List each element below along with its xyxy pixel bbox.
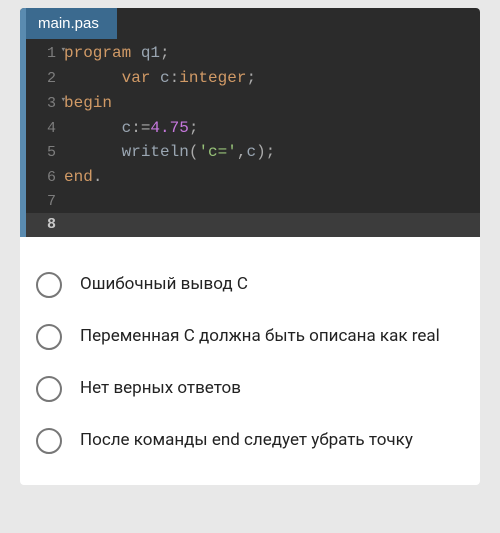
radio-icon[interactable] — [36, 324, 62, 350]
line-number: 2 — [26, 67, 64, 90]
answer-label: Нет верных ответов — [80, 377, 241, 400]
radio-icon[interactable] — [36, 272, 62, 298]
editor-tab[interactable]: main.pas — [26, 8, 117, 39]
radio-icon[interactable] — [36, 376, 62, 402]
answer-label: После команды end следует убрать точку — [80, 429, 413, 452]
quiz-card: main.pas 1▾program q1;2 var c:integer;3▾… — [20, 8, 480, 485]
code-line: 6end. — [26, 165, 480, 190]
answer-option[interactable]: Нет верных ответов — [34, 363, 466, 415]
code-line: 4 c:=4.75; — [26, 116, 480, 141]
answer-options: Ошибочный вывод С Переменная С должна быт… — [20, 237, 480, 485]
answer-label: Ошибочный вывод С — [80, 273, 248, 296]
code-line: 2 var c:integer; — [26, 66, 480, 91]
answer-option[interactable]: После команды end следует убрать точку — [34, 415, 466, 467]
code-line: 5 writeln('c=',c); — [26, 140, 480, 165]
fold-marker-icon[interactable]: ▾ — [61, 94, 66, 108]
code-area: 1▾program q1;2 var c:integer;3▾begin4 c:… — [26, 39, 480, 236]
code-editor: main.pas 1▾program q1;2 var c:integer;3▾… — [20, 8, 480, 237]
code-content: writeln('c=',c); — [64, 140, 275, 165]
line-number: 7 — [26, 190, 64, 213]
line-number: 6 — [26, 166, 64, 189]
line-number: 5 — [26, 141, 64, 164]
answer-label: Переменная С должна быть описана как rea… — [80, 325, 440, 348]
code-content: c:=4.75; — [64, 116, 198, 141]
code-line: 3▾begin — [26, 91, 480, 116]
code-line: 1▾program q1; — [26, 41, 480, 66]
code-line: 7 — [26, 190, 480, 213]
answer-option[interactable]: Переменная С должна быть описана как rea… — [34, 311, 466, 363]
line-number: 8 — [26, 213, 64, 236]
editor-tab-bar: main.pas — [26, 8, 480, 39]
line-number: 4 — [26, 117, 64, 140]
line-number: 3▾ — [26, 92, 64, 115]
code-line: 8 — [26, 213, 480, 236]
code-content: end. — [64, 165, 102, 190]
code-content: program q1; — [64, 41, 170, 66]
radio-icon[interactable] — [36, 428, 62, 454]
answer-option[interactable]: Ошибочный вывод С — [34, 259, 466, 311]
code-content: begin — [64, 91, 112, 116]
editor-filename: main.pas — [38, 15, 99, 32]
code-content: var c:integer; — [64, 66, 256, 91]
fold-marker-icon[interactable]: ▾ — [61, 44, 66, 58]
line-number: 1▾ — [26, 42, 64, 65]
